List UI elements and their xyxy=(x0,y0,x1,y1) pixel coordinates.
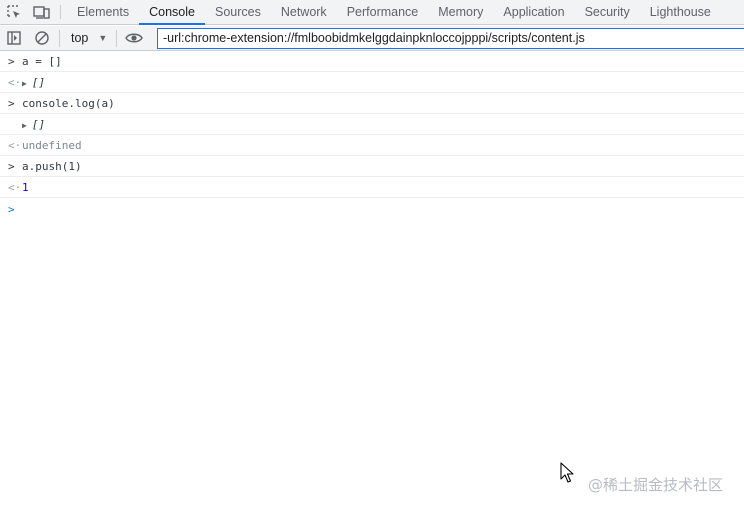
entry-value: undefined xyxy=(22,139,82,152)
array-preview: [] xyxy=(31,76,46,89)
toolbar-divider xyxy=(59,29,60,47)
dropdown-arrow-icon: ▼ xyxy=(98,33,108,43)
tab-console[interactable]: Console xyxy=(139,0,205,25)
console-prompt-line[interactable]: > xyxy=(0,199,744,219)
tab-lighthouse[interactable]: Lighthouse xyxy=(640,0,721,24)
tab-network[interactable]: Network xyxy=(271,0,337,24)
live-expression-icon[interactable] xyxy=(120,26,148,50)
array-preview: [] xyxy=(31,118,46,131)
entry-value[interactable]: ▶ [] xyxy=(22,118,45,131)
entry-value: 1 xyxy=(22,181,29,194)
context-label: top xyxy=(71,31,89,45)
console-input-prompt-icon: > xyxy=(8,202,15,216)
entry-text: console.log(a) xyxy=(22,97,115,110)
show-sidebar-icon[interactable] xyxy=(0,26,28,50)
tab-bar-divider xyxy=(60,5,61,19)
console-entry: > console.log(a) xyxy=(0,94,744,114)
tab-elements[interactable]: Elements xyxy=(67,0,139,24)
result-prompt-icon: <· xyxy=(8,139,22,152)
expand-triangle-icon[interactable]: ▶ xyxy=(22,79,27,88)
entry-text: a.push(1) xyxy=(22,160,82,173)
console-output: > a = [] <· ▶ [] > console.log(a) ▶ [] <· … xyxy=(0,52,744,508)
tab-application[interactable]: Application xyxy=(493,0,574,24)
result-prompt-icon: <· xyxy=(8,181,22,194)
console-entry[interactable]: ▶ [] xyxy=(0,115,744,135)
tab-security[interactable]: Security xyxy=(575,0,640,24)
tab-sources[interactable]: Sources xyxy=(205,0,271,24)
input-prompt-icon: > xyxy=(8,97,15,110)
console-toolbar: top ▼ -url:chrome-extension://fmlboobidm… xyxy=(0,26,744,51)
result-prompt-icon: <· xyxy=(8,76,22,89)
mouse-pointer-icon xyxy=(560,462,574,487)
input-prompt-icon: > xyxy=(8,160,15,173)
entry-text: a = [] xyxy=(22,55,62,68)
console-entry: > a.push(1) xyxy=(0,157,744,177)
toolbar-divider xyxy=(116,29,118,47)
tab-memory[interactable]: Memory xyxy=(428,0,493,24)
expand-triangle-icon[interactable]: ▶ xyxy=(22,121,27,130)
entry-value[interactable]: ▶ [] xyxy=(22,76,45,89)
inspect-element-icon[interactable] xyxy=(0,0,28,24)
watermark: @稀土掘金技术社区 xyxy=(588,476,724,494)
device-toolbar-icon[interactable] xyxy=(28,0,56,24)
devtools-tab-bar: Elements Console Sources Network Perform… xyxy=(0,0,744,25)
console-entry: <· 1 xyxy=(0,178,744,198)
console-entry: <· undefined xyxy=(0,136,744,156)
clear-console-icon[interactable] xyxy=(28,26,56,50)
console-entry: > a = [] xyxy=(0,52,744,72)
filter-input[interactable]: -url:chrome-extension://fmlboobidmkelggd… xyxy=(157,28,744,49)
tab-performance[interactable]: Performance xyxy=(337,0,429,24)
console-entry[interactable]: <· ▶ [] xyxy=(0,73,744,93)
context-selector[interactable]: top ▼ xyxy=(63,26,113,50)
input-prompt-icon: > xyxy=(8,55,15,68)
